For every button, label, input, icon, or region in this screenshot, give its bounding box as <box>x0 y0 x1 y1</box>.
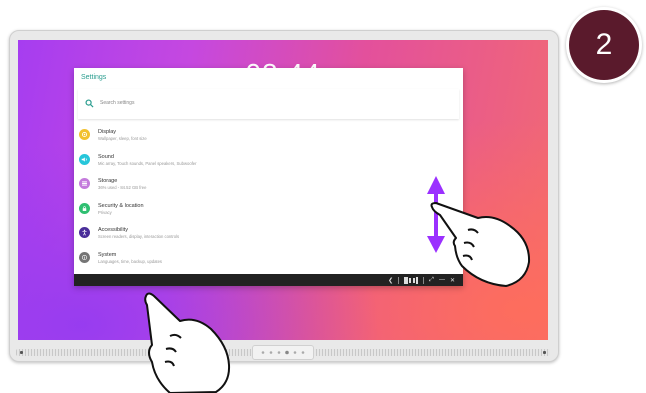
lock-icon <box>79 202 90 214</box>
display-icon <box>79 129 90 140</box>
storage-icon <box>79 178 90 189</box>
search-input[interactable] <box>100 100 400 106</box>
settings-item-accessibility[interactable]: Accessibility Screen readers, display, i… <box>74 223 463 248</box>
settings-item-title: Sound <box>98 153 114 160</box>
system-info-icon <box>79 251 90 263</box>
accessibility-icon <box>79 227 90 238</box>
settings-item-subtitle: Mic array, Touch sounds, Panel speakers,… <box>98 160 197 166</box>
settings-item-title: Accessibility <box>98 227 128 233</box>
settings-item-display[interactable]: Display Wallpaper, sleep, font size <box>74 125 463 150</box>
settings-item-title: Storage <box>98 178 118 184</box>
front-button-panel[interactable] <box>252 345 314 360</box>
settings-list: Display Wallpaper, sleep, font size Soun… <box>74 125 463 272</box>
settings-window: Settings Display Wallpaper, sleep, font … <box>74 68 463 286</box>
volume-icon <box>79 153 90 165</box>
settings-title: Settings <box>81 74 107 81</box>
step-badge: 2 <box>566 7 642 83</box>
indicator-light <box>543 351 546 354</box>
system-navbar: ❮ ⤢ — ✕ <box>74 274 463 286</box>
close-icon[interactable]: ✕ <box>450 277 455 284</box>
settings-item-storage[interactable]: Storage 36% used - 84.52 GB free <box>74 174 463 199</box>
settings-item-system[interactable]: System Languages, time, backup, updates <box>74 248 463 273</box>
fullscreen-icon[interactable]: ⤢ <box>429 277 434 284</box>
panel-buttons-icon <box>261 350 305 355</box>
minimize-icon[interactable]: — <box>439 277 445 283</box>
nav-divider <box>423 276 425 284</box>
back-icon[interactable]: ❮ <box>388 277 393 284</box>
settings-item-subtitle: Languages, time, backup, updates <box>98 258 163 264</box>
settings-item-security[interactable]: Security & location Privacy <box>74 199 463 224</box>
settings-item-subtitle: Wallpaper, sleep, font size <box>98 136 147 141</box>
settings-item-subtitle: Screen readers, display, interaction con… <box>98 234 180 239</box>
search-icon <box>85 99 94 108</box>
settings-item-subtitle: 36% used - 84.52 GB free <box>98 185 147 190</box>
search-bar[interactable] <box>78 89 459 119</box>
step-number: 2 <box>569 10 639 80</box>
nav-divider <box>398 276 400 284</box>
nav-controls: ❮ ⤢ — ✕ <box>388 275 455 285</box>
indicator-light <box>20 351 23 354</box>
settings-item-sound[interactable]: Sound Mic array, Touch sounds, Panel spe… <box>74 150 463 175</box>
split-window-icon[interactable] <box>404 276 419 284</box>
settings-item-title: Security & location <box>98 202 144 209</box>
settings-item-title: System <box>98 251 117 258</box>
settings-item-subtitle: Privacy <box>98 209 112 215</box>
settings-item-title: Display <box>98 129 117 135</box>
